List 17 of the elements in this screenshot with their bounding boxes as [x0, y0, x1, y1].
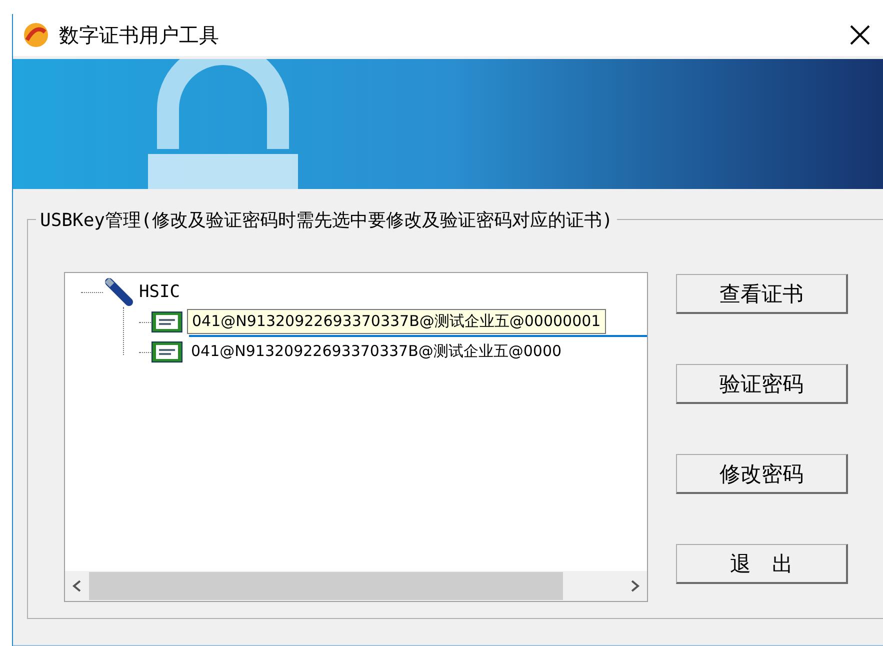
dialog-button[interactable]: 查看证书: [676, 274, 848, 314]
certificate-icon: [150, 311, 183, 333]
group-title: USBKey管理(修改及验证密码时需先选中要修改及验证密码对应的证书): [36, 208, 617, 232]
dialog-button[interactable]: 验证密码: [676, 364, 848, 404]
scroll-left-icon[interactable]: [71, 579, 83, 593]
tooltip: 041@N91320922693370337B@测试企业五@00000001: [187, 309, 606, 334]
window-title: 数字证书用户工具: [59, 22, 220, 48]
close-icon[interactable]: [849, 24, 871, 46]
dialog-button[interactable]: 退 出: [676, 544, 848, 584]
dialog-button[interactable]: 修改密码: [676, 454, 848, 494]
certificate-icon: [151, 341, 183, 363]
usb-key-icon: [103, 278, 133, 306]
tree-root-label[interactable]: HSIC: [139, 282, 180, 302]
scroll-right-icon[interactable]: [629, 579, 641, 593]
app-logo-icon: [21, 20, 51, 50]
horizontal-scrollbar[interactable]: [65, 571, 647, 601]
certificate-item[interactable]: 041@N91320922693370337B@测试企业五@0000: [189, 340, 564, 364]
